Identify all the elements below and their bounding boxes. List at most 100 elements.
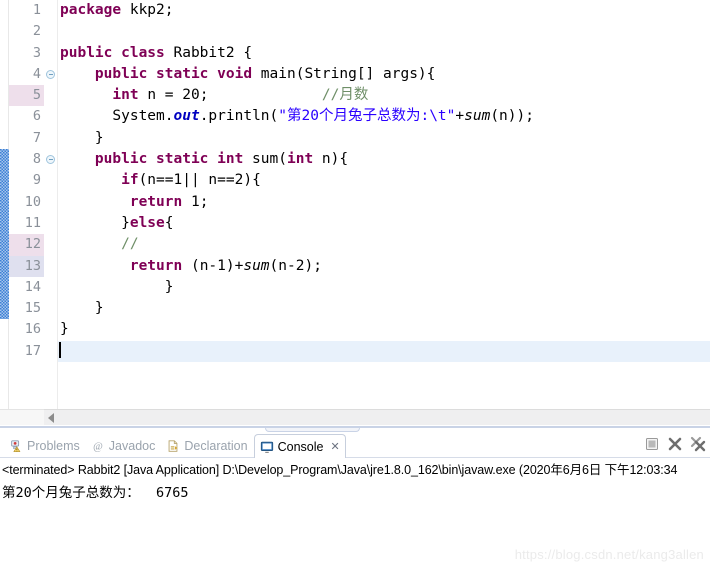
fold-cell	[44, 21, 57, 42]
code-token-pln: (n-1)+	[182, 257, 244, 274]
tab-label: Problems	[27, 439, 80, 453]
fold-cell	[44, 106, 57, 127]
code-text-area[interactable]: package kkp2; public class Rabbit2 { publ…	[58, 0, 710, 425]
collapse-icon[interactable]	[46, 155, 55, 165]
fold-cell	[44, 256, 57, 277]
code-token-kw: else	[129, 214, 165, 231]
code-token-kw: int	[286, 151, 314, 168]
change-bar	[0, 149, 9, 320]
code-line[interactable]: }	[58, 298, 710, 319]
terminate-button[interactable]	[644, 436, 660, 452]
fold-cell[interactable]	[44, 149, 57, 170]
fold-cell	[44, 213, 57, 234]
close-icon[interactable]: ✕	[330, 440, 339, 453]
console-program-output: 第20个月兔子总数为： 6765	[2, 485, 189, 501]
scroll-left-arrow-icon[interactable]	[48, 413, 54, 423]
line-number: 4	[32, 65, 41, 82]
code-line[interactable]: package kkp2;	[58, 0, 710, 21]
code-token-cmt: //月数	[321, 87, 369, 104]
code-line[interactable]: int n = 20; //月数	[58, 85, 710, 106]
tab-declaration[interactable]: Declaration	[161, 434, 253, 458]
code-line[interactable]: }	[58, 319, 710, 340]
code-token-pln: }	[60, 321, 69, 338]
code-line[interactable]: return 1;	[58, 192, 710, 213]
collapse-icon[interactable]	[46, 70, 55, 80]
code-token-pln: }	[60, 214, 130, 231]
code-token-kw: public class	[60, 44, 165, 61]
code-line[interactable]: }	[58, 277, 710, 298]
code-line[interactable]	[58, 340, 710, 363]
tab-label: Declaration	[184, 439, 248, 453]
fold-cell	[44, 128, 57, 149]
code-token-pln	[60, 87, 112, 103]
code-token-pln: n){	[313, 151, 349, 168]
fold-cell[interactable]	[44, 64, 57, 85]
line-number: 13	[9, 255, 44, 277]
svg-text:@: @	[93, 442, 103, 453]
code-token-pln: System.	[60, 108, 174, 125]
code-token-pln	[60, 66, 95, 82]
code-token-cmt: //	[121, 236, 139, 253]
code-line[interactable]: public static void main(String[] args){	[58, 64, 710, 85]
code-token-kw: return	[129, 257, 183, 274]
code-token-pln	[60, 151, 95, 167]
line-number: 10	[24, 193, 41, 210]
fold-cell	[44, 192, 57, 213]
code-folding-column[interactable]	[44, 0, 57, 425]
code-line[interactable]: System.out.println("第20个月兔子总数为:\t"+sum(n…	[58, 106, 710, 127]
code-line[interactable]: //	[58, 234, 710, 255]
fold-cell	[44, 85, 57, 106]
editor-horizontal-scrollbar[interactable]	[44, 409, 710, 425]
bottom-view-panel: Problems @ Javadoc Declaration Console ✕	[0, 432, 710, 568]
fold-cell	[44, 234, 57, 255]
code-token-pln: main(String[] args){	[252, 65, 436, 82]
view-tabbar: Problems @ Javadoc Declaration Console ✕	[0, 432, 710, 459]
code-token-kw: package	[60, 2, 122, 18]
code-line[interactable]: public static int sum(int n){	[58, 149, 710, 170]
code-token-pln: sum(	[243, 151, 287, 168]
javadoc-icon: @	[91, 439, 105, 453]
line-number: 17	[24, 342, 41, 359]
code-line[interactable]	[58, 21, 710, 42]
line-number: 15	[24, 300, 41, 317]
view-tab-list[interactable]: Problems @ Javadoc Declaration Console ✕	[4, 432, 346, 459]
remove-all-button[interactable]	[690, 436, 706, 452]
line-number-gutter: 1 2 3 4 5 6 7 8 9 10 11 12 13 14 15 16 17	[9, 0, 44, 425]
code-token-pln: {	[164, 214, 174, 231]
tab-problems[interactable]: Problems	[4, 434, 86, 458]
tab-javadoc[interactable]: @ Javadoc	[86, 434, 162, 458]
code-token-kw: if	[121, 172, 139, 189]
line-number: 7	[32, 129, 41, 146]
line-number: 3	[32, 44, 41, 61]
watermark-text: https://blog.csdn.net/kang3allen	[514, 547, 704, 562]
code-line[interactable]: return (n-1)+sum(n-2);	[58, 256, 710, 277]
code-token-str: "第20个月兔子总数为:\t"	[278, 108, 456, 125]
fold-cell	[44, 170, 57, 191]
java-code-editor[interactable]: 1 2 3 4 5 6 7 8 9 10 11 12 13 14 15 16 17 package kkp2; p…	[0, 0, 710, 425]
problems-icon	[9, 439, 23, 453]
code-line[interactable]: }else{	[58, 213, 710, 234]
code-token-pln: 1;	[182, 193, 209, 210]
eclipse-ide-window: 1 2 3 4 5 6 7 8 9 10 11 12 13 14 15 16 17 package kkp2; p…	[0, 0, 710, 568]
line-number: 11	[24, 214, 41, 231]
code-token-pln: (n-2);	[269, 257, 322, 274]
fold-cell	[44, 319, 57, 340]
code-line[interactable]: if(n==1|| n==2){	[58, 170, 710, 191]
console-toolbar[interactable]	[644, 436, 706, 452]
remove-launch-button[interactable]	[667, 436, 683, 452]
code-line[interactable]: }	[58, 128, 710, 149]
code-line[interactable]: public class Rabbit2 {	[58, 43, 710, 64]
declaration-icon	[166, 439, 180, 453]
code-token-kw: public static void	[94, 65, 253, 82]
code-token-pln: Rabbit2 {	[164, 44, 253, 61]
code-token-pln: }	[60, 278, 174, 295]
code-token-fld: out	[173, 108, 200, 125]
editor-corner	[0, 409, 44, 425]
panel-divider[interactable]	[0, 425, 710, 432]
tab-console[interactable]: Console ✕	[253, 434, 346, 459]
fold-cell	[44, 0, 57, 21]
tab-label: Javadoc	[108, 439, 156, 453]
code-token-pln	[60, 172, 121, 188]
code-token-kw: public static int	[94, 151, 244, 168]
code-token-pln: }	[60, 300, 104, 317]
